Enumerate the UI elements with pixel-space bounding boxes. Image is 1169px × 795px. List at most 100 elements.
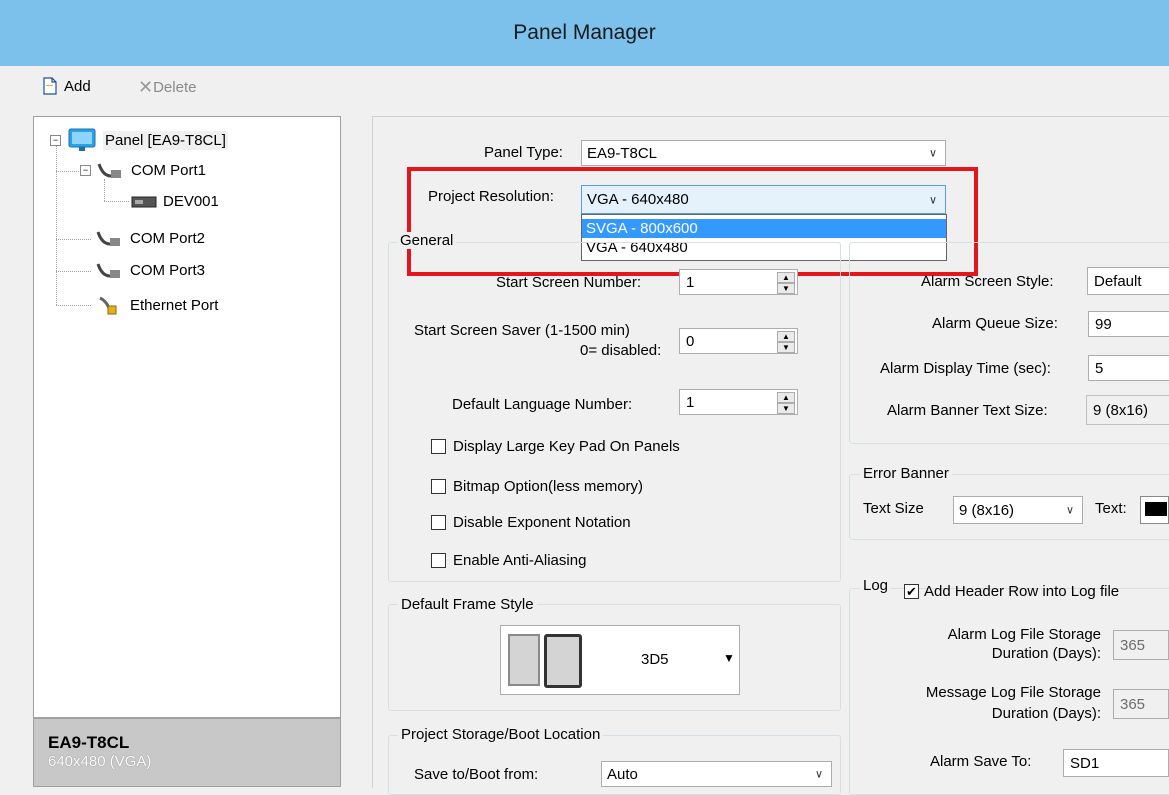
alarm-banner-label: Alarm Banner Text Size: [887, 402, 1048, 419]
screen-saver-label-1: Start Screen Saver (1-1500 min) [414, 322, 630, 339]
panel-info: EA9-T8CL 640x480 (VGA) [33, 718, 341, 787]
screen-saver-label-2: 0= disabled: [580, 342, 662, 359]
tree-label-panel: Panel [EA9-T8CL] [103, 130, 228, 150]
checkbox-large-keypad[interactable]: Display Large Key Pad On Panels [431, 438, 680, 455]
tree-node-panel[interactable]: − Panel [EA9-T8CL] [50, 127, 228, 153]
tree-node-com2[interactable]: COM Port2 [96, 228, 205, 248]
alarm-display-input[interactable]: 5 [1088, 355, 1169, 381]
delete-x-icon: ✕ [138, 77, 154, 97]
spin-down-icon[interactable]: ▼ [777, 403, 795, 414]
alarm-display-label: Alarm Display Time (sec): [880, 360, 1051, 377]
panel-type-label: Panel Type: [484, 144, 563, 161]
chevron-down-icon: ∨ [1065, 504, 1074, 517]
msg-storage-input[interactable]: 365 [1113, 689, 1169, 719]
chevron-down-icon: ∨ [814, 768, 823, 781]
add-label: Add [64, 77, 91, 95]
tree-node-dev001[interactable]: DEV001 [131, 193, 219, 210]
panel-type-select[interactable]: EA9-T8CL ∨ [581, 140, 946, 166]
tree-line [104, 201, 129, 202]
start-screen-label: Start Screen Number: [496, 274, 642, 291]
tree-label-com3: COM Port3 [130, 261, 206, 279]
spin-up-icon[interactable]: ▲ [777, 392, 795, 403]
tree-line [56, 145, 57, 305]
alarm-style-value: Default [1094, 272, 1142, 290]
tree-label-ethernet: Ethernet Port [130, 296, 219, 314]
new-document-icon [43, 77, 57, 95]
save-to-value: Auto [607, 765, 638, 783]
checkbox-bitmap-option[interactable]: Bitmap Option(less memory) [431, 478, 643, 495]
frame-style-value: 3D5 [641, 651, 669, 668]
frame-preview-left [508, 634, 540, 686]
error-text-label: Text: [1095, 500, 1127, 517]
alarm-save-label: Alarm Save To: [930, 753, 1032, 770]
checkbox-label: Bitmap Option(less memory) [453, 478, 644, 495]
checkbox-label: Disable Exponent Notation [453, 514, 631, 531]
window-title-bar[interactable]: Panel Manager [0, 0, 1169, 66]
checkbox-box[interactable] [431, 439, 446, 454]
screen-saver-spinner[interactable]: 0 ▲ ▼ [679, 328, 798, 354]
alarm-storage-label-1: Alarm Log File Storage [947, 626, 1101, 643]
log-title: Log [860, 577, 892, 594]
spin-down-icon[interactable]: ▼ [777, 342, 795, 353]
checkbox-anti-aliasing[interactable]: Enable Anti-Aliasing [431, 552, 586, 569]
frame-style-select[interactable]: 3D5 ▼ [500, 625, 740, 695]
spin-down-icon[interactable]: ▼ [777, 283, 795, 294]
checkbox-box[interactable] [431, 479, 446, 494]
tree-node-com1[interactable]: − COM Port1 [80, 160, 207, 180]
alarm-queue-label: Alarm Queue Size: [932, 315, 1058, 332]
msg-storage-label-1: Message Log File Storage [925, 684, 1101, 701]
panel-resolution: 640x480 (VGA) [48, 753, 152, 770]
window-title: Panel Manager [513, 21, 656, 44]
frame-preview-right [544, 634, 582, 688]
color-swatch [1145, 502, 1167, 516]
cable-icon [96, 263, 120, 278]
start-screen-value: 1 [686, 273, 695, 291]
error-size-select[interactable]: 9 (8x16) ∨ [953, 496, 1083, 524]
language-spinner[interactable]: 1 ▲ ▼ [679, 389, 798, 415]
spin-up-icon[interactable]: ▲ [777, 272, 795, 283]
panel-model: EA9-T8CL [48, 733, 130, 752]
tree-label-com2: COM Port2 [130, 229, 206, 247]
tree-node-ethernet[interactable]: Ethernet Port [96, 294, 218, 316]
alarm-display-value: 5 [1095, 359, 1104, 377]
tree-line [104, 179, 105, 201]
delete-label: Delete [153, 79, 197, 96]
save-to-select[interactable]: Auto ∨ [601, 761, 832, 787]
tree-line [56, 305, 91, 306]
panel-type-value: EA9-T8CL [587, 144, 658, 162]
save-to-label: Save to/Boot from: [414, 766, 539, 783]
alarm-banner-select[interactable]: 9 (8x16) [1086, 395, 1169, 425]
checkbox-exponent[interactable]: Disable Exponent Notation [431, 514, 631, 531]
start-screen-spinner[interactable]: 1 ▲ ▼ [679, 269, 798, 295]
caret-down-icon: ▼ [723, 651, 735, 665]
screen-saver-value: 0 [686, 332, 695, 350]
alarm-style-select[interactable]: Default [1087, 267, 1169, 295]
alarm-banner-value: 9 (8x16) [1093, 401, 1149, 419]
error-text-color-button[interactable] [1140, 496, 1169, 524]
tree-line [56, 239, 91, 240]
checkbox-box[interactable] [431, 515, 446, 530]
checkbox-header-row[interactable]: ✔ Add Header Row into Log file [904, 583, 1119, 600]
frame-style-title: Default Frame Style [398, 596, 537, 613]
language-value: 1 [686, 393, 695, 411]
general-group-title: General [397, 232, 457, 249]
tree-label-com1: COM Port1 [131, 161, 207, 179]
collapse-icon[interactable]: − [50, 134, 61, 146]
monitor-icon [68, 128, 96, 151]
alarm-save-select[interactable]: SD1 [1063, 749, 1169, 777]
delete-button[interactable]: ✕ Delete [138, 77, 196, 98]
alarm-save-value: SD1 [1070, 754, 1100, 772]
error-size-value: 9 (8x16) [959, 501, 1015, 519]
collapse-icon[interactable]: − [80, 164, 91, 176]
spin-up-icon[interactable]: ▲ [777, 331, 795, 342]
alarm-storage-input[interactable]: 365 [1113, 630, 1169, 660]
chevron-down-icon: ∨ [928, 147, 937, 160]
checkbox-box-checked[interactable]: ✔ [904, 584, 919, 599]
panel-tree[interactable]: − Panel [EA9-T8CL] − COM Port1 DEV001 CO… [33, 116, 341, 718]
add-button[interactable]: Add [42, 77, 91, 95]
checkbox-box[interactable] [431, 553, 446, 568]
error-size-label: Text Size [863, 500, 924, 517]
storage-title: Project Storage/Boot Location [398, 726, 604, 743]
tree-node-com3[interactable]: COM Port3 [96, 260, 205, 280]
alarm-queue-input[interactable]: 99 [1088, 311, 1169, 337]
